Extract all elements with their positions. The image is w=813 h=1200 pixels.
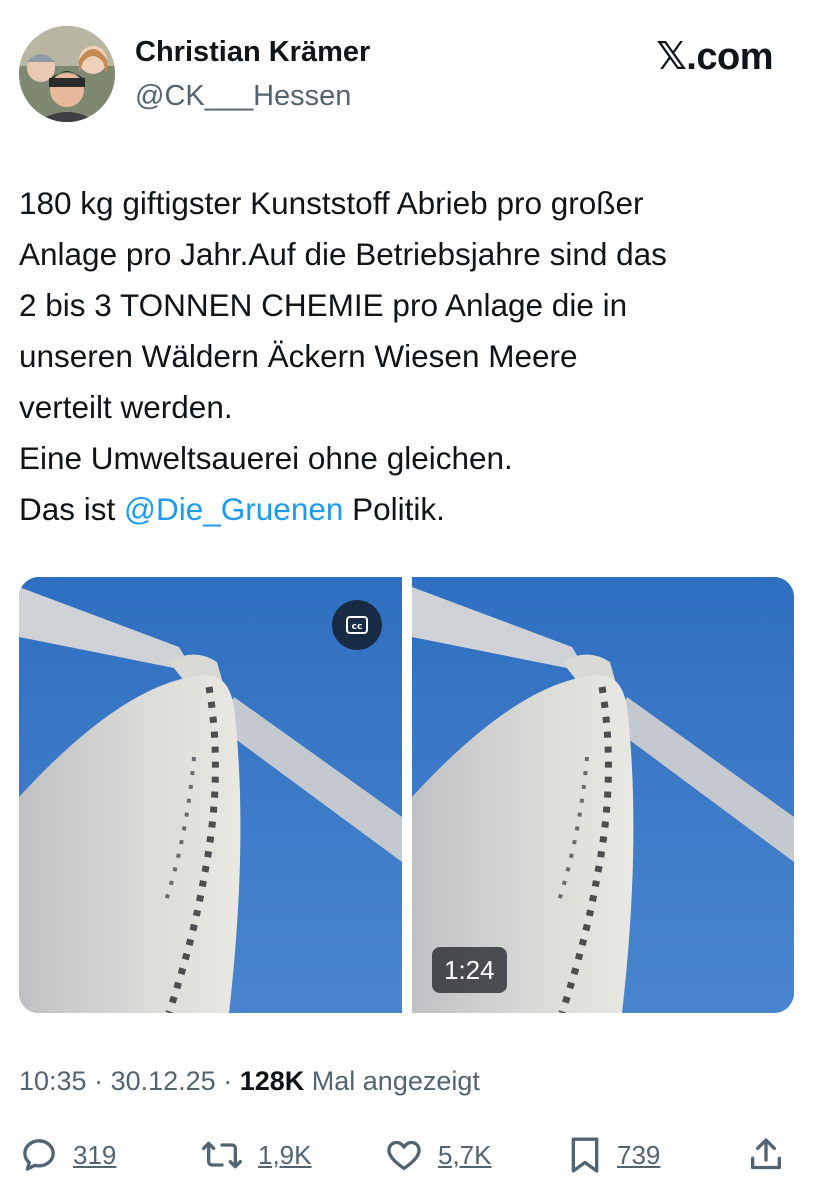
tweet-line: 2 bis 3 TONNEN CHEMIE pro Anlage die in — [19, 287, 628, 323]
share-icon — [751, 1138, 781, 1170]
heart-icon — [387, 1140, 421, 1170]
repost-button[interactable]: 1,9K — [200, 1135, 312, 1175]
author-handle[interactable]: @CK___Hessen — [135, 80, 351, 113]
meta-separator: · — [223, 1066, 240, 1096]
avatar[interactable] — [19, 26, 115, 122]
bookmark-button[interactable]: 739 — [567, 1135, 660, 1175]
mention-link[interactable]: @Die_Gruenen — [124, 491, 343, 527]
tweet-line: 180 kg giftigster Kunststoff Abrieb pro … — [19, 185, 644, 221]
reply-count[interactable]: 319 — [73, 1140, 116, 1171]
bookmark-icon — [571, 1137, 599, 1173]
repost-icon — [202, 1141, 242, 1169]
family-photo-avatar — [19, 26, 115, 122]
like-button[interactable]: 5,7K — [384, 1135, 492, 1175]
tweet-line: Eine Umweltsauerei ohne gleichen. — [19, 440, 513, 476]
like-count[interactable]: 5,7K — [438, 1140, 492, 1171]
tweet-text: 180 kg giftigster Kunststoff Abrieb pro … — [19, 178, 799, 535]
tweet-text-prefix: Das ist — [19, 491, 125, 527]
tweet-date[interactable]: 30.12.25 — [111, 1066, 216, 1096]
bookmark-count[interactable]: 739 — [617, 1140, 660, 1171]
tweet-line-last: Das ist @Die_Gruenen Politik. — [19, 484, 799, 535]
tweet-text-suffix: Politik. — [343, 491, 445, 527]
tweet-meta: 10:35 · 30.12.25 · 128K Mal angezeigt — [19, 1066, 480, 1097]
reply-button[interactable]: 319 — [19, 1135, 116, 1175]
reply-icon — [23, 1139, 55, 1171]
tweet-line: Anlage pro Jahr.Auf die Betriebsjahre si… — [19, 236, 667, 272]
svg-text:cc: cc — [352, 622, 363, 632]
share-button[interactable] — [746, 1135, 786, 1175]
x-com-logo: 𝕏.com — [656, 36, 773, 78]
author-name[interactable]: Christian Krämer — [135, 36, 370, 69]
video-duration: 1:24 — [432, 947, 507, 993]
closed-captions-icon[interactable]: cc — [332, 600, 382, 650]
view-label: Mal angezeigt — [311, 1066, 480, 1096]
tweet-line: verteilt werden. — [19, 389, 233, 425]
meta-separator: · — [94, 1066, 111, 1096]
tweet-line: unseren Wäldern Äckern Wiesen Meere — [19, 338, 578, 374]
tweet-time[interactable]: 10:35 — [19, 1066, 87, 1096]
repost-count[interactable]: 1,9K — [258, 1140, 312, 1171]
view-count: 128K — [239, 1066, 305, 1096]
